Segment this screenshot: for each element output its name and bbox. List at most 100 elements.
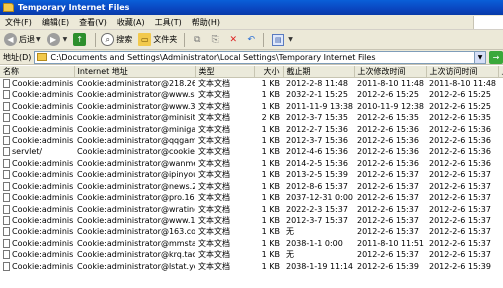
toolbar: ◀ 后退 ▼ ▶ ▼ ↑ ⌕ 搜索 ▭ 文件夹 ⧉ ⎘ ✕ ↶ ▤ ▼ bbox=[0, 30, 503, 50]
table-row[interactable]: Cookie:adminis...Cookie:administrator@16… bbox=[0, 226, 503, 237]
last-modified: 2011-8-10 11:51 bbox=[357, 238, 424, 248]
expires: 2013-2-5 15:39 bbox=[286, 170, 348, 180]
menu-tools[interactable]: 工具(T) bbox=[150, 17, 187, 28]
last-accessed: 2012-2-6 15:35 bbox=[429, 113, 491, 123]
menu-favorites[interactable]: 收藏(A) bbox=[112, 17, 150, 28]
expires: 2037-12-31 0:00 bbox=[286, 193, 353, 203]
file-name-label: Cookie:adminis... bbox=[12, 113, 74, 123]
address-dropdown-button[interactable]: ▼ bbox=[474, 51, 485, 63]
column-header-last-modified[interactable]: 上次修改时间 bbox=[354, 66, 427, 78]
overflow-cell bbox=[498, 78, 503, 90]
back-label: 后退 bbox=[19, 35, 35, 44]
go-button[interactable]: → bbox=[489, 50, 503, 64]
back-button[interactable]: ◀ 后退 ▼ bbox=[2, 32, 43, 48]
last-accessed: 2012-2-6 15:37 bbox=[429, 250, 491, 260]
last-accessed: 2012-2-6 15:37 bbox=[429, 227, 491, 237]
table-row[interactable]: Cookie:adminis...Cookie:administrator@ww… bbox=[0, 215, 503, 226]
folders-button[interactable]: ▭ 文件夹 bbox=[136, 32, 179, 48]
last-modified: 2012-2-6 15:35 bbox=[357, 113, 419, 123]
file-name: Cookie:adminis... bbox=[0, 123, 74, 134]
column-header-overflow[interactable]: 上 bbox=[498, 66, 503, 78]
table-row[interactable]: Cookie:adminis...Cookie:administrator@wr… bbox=[0, 203, 503, 214]
file-name-label: Cookie:adminis... bbox=[12, 181, 74, 191]
table-row[interactable]: Cookie:adminis...Cookie:administrator@pr… bbox=[0, 192, 503, 203]
search-button[interactable]: ⌕ 搜索 bbox=[99, 32, 134, 48]
text-file-icon bbox=[3, 135, 10, 145]
table-row[interactable]: Cookie:adminis...Cookie:administrator@21… bbox=[0, 78, 503, 90]
expires: 2012-3-7 15:36 bbox=[286, 135, 348, 145]
table-row[interactable]: Cookie:adminis...Cookie:administrator@kr… bbox=[0, 249, 503, 260]
table-row[interactable]: Cookie:adminis...Cookie:administrator@mi… bbox=[0, 112, 503, 123]
file-size: 1 KB bbox=[261, 158, 280, 168]
column-header-last-accessed[interactable]: 上次访问时间 bbox=[426, 66, 499, 78]
file-list: 名称 Internet 地址 类型 大小 截止期 上次修改时间 上次访问时间 上… bbox=[0, 66, 503, 288]
overflow-cell bbox=[498, 158, 503, 169]
table-row[interactable]: Cookie:adminis...Cookie:administrator@ww… bbox=[0, 89, 503, 100]
expires: 无 bbox=[286, 227, 294, 237]
address-field[interactable]: C:\Documents and Settings\Administrator\… bbox=[34, 50, 486, 64]
toolbar-separator bbox=[95, 32, 97, 47]
expires: 2012-2-8 11:48 bbox=[286, 79, 348, 88]
last-modified: 2012-2-6 15:37 bbox=[357, 204, 419, 214]
file-table: 名称 Internet 地址 类型 大小 截止期 上次修改时间 上次访问时间 上… bbox=[0, 66, 503, 272]
expires: 无 bbox=[286, 250, 294, 260]
text-file-icon bbox=[3, 250, 10, 260]
table-row[interactable]: Cookie:adminis...Cookie:administrator@qq… bbox=[0, 135, 503, 146]
views-button[interactable]: ▤ ▼ bbox=[267, 32, 295, 48]
overflow-cell bbox=[498, 238, 503, 249]
file-name: Cookie:adminis... bbox=[0, 238, 74, 249]
forward-button[interactable]: ▶ ▼ bbox=[45, 32, 70, 48]
menu-view[interactable]: 查看(V) bbox=[74, 17, 112, 28]
file-type: 文本文档 bbox=[198, 147, 230, 157]
table-row[interactable]: Cookie:adminis...Cookie:administrator@ww… bbox=[0, 100, 503, 111]
menu-help[interactable]: 帮助(H) bbox=[187, 17, 225, 28]
overflow-cell bbox=[498, 249, 503, 260]
file-size: 1 KB bbox=[261, 135, 280, 145]
expires: 2012-3-7 15:37 bbox=[286, 216, 348, 226]
expires: 2014-2-5 15:36 bbox=[286, 158, 348, 168]
folder-icon bbox=[37, 53, 48, 61]
toolbar-separator bbox=[263, 32, 265, 47]
column-header-expires[interactable]: 截止期 bbox=[283, 66, 355, 78]
file-size: 1 KB bbox=[261, 238, 280, 248]
overflow-cell bbox=[498, 169, 503, 180]
column-header-size[interactable]: 大小 bbox=[254, 66, 284, 78]
undo-icon[interactable]: ↶ bbox=[245, 34, 257, 46]
table-row[interactable]: Cookie:adminis...Cookie:administrator@ne… bbox=[0, 181, 503, 192]
table-row[interactable]: Cookie:adminis...Cookie:administrator@mi… bbox=[0, 123, 503, 134]
delete-icon[interactable]: ✕ bbox=[227, 34, 239, 46]
last-modified: 2012-2-6 15:37 bbox=[357, 193, 419, 203]
table-row[interactable]: Cookie:adminis...Cookie:administrator@wa… bbox=[0, 158, 503, 169]
column-header-name[interactable]: 名称 bbox=[0, 66, 75, 78]
last-modified: 2012-2-6 15:36 bbox=[357, 135, 419, 145]
menu-file[interactable]: 文件(F) bbox=[0, 17, 37, 28]
move-to-icon[interactable]: ⧉ bbox=[191, 34, 203, 46]
file-size: 1 KB bbox=[261, 204, 280, 214]
text-file-icon bbox=[3, 261, 10, 271]
expires: 2011-11-9 13:38 bbox=[286, 101, 353, 111]
table-row[interactable]: Cookie:adminis...Cookie:administrator@ls… bbox=[0, 261, 503, 272]
file-name-label: Cookie:adminis... bbox=[12, 124, 74, 134]
text-file-icon bbox=[3, 79, 10, 88]
file-type: 文本文档 bbox=[198, 193, 230, 203]
file-name: Cookie:adminis... bbox=[0, 78, 74, 90]
column-header-type[interactable]: 类型 bbox=[195, 66, 255, 78]
menu-edit[interactable]: 编辑(E) bbox=[37, 17, 74, 28]
table-row[interactable]: Cookie:adminis...Cookie:administrator@ip… bbox=[0, 169, 503, 180]
file-name-label: Cookie:adminis... bbox=[12, 227, 74, 237]
expires: 2012-8-6 15:37 bbox=[286, 181, 348, 191]
internet-address: Cookie:administrator@www.sog... bbox=[77, 90, 195, 100]
internet-address: Cookie:administrator@minisite20... bbox=[77, 113, 195, 123]
folder-icon bbox=[3, 3, 14, 12]
file-name-label: Cookie:adminis... bbox=[12, 135, 74, 145]
copy-to-icon[interactable]: ⎘ bbox=[209, 34, 221, 46]
last-accessed: 2012-2-6 15:36 bbox=[429, 135, 491, 145]
table-row[interactable]: Cookie:adminis...Cookie:administrator@mm… bbox=[0, 238, 503, 249]
up-folder-button[interactable]: ↑ bbox=[71, 32, 90, 48]
expires: 2012-4-6 15:36 bbox=[286, 147, 348, 157]
column-header-internet-address[interactable]: Internet 地址 bbox=[74, 66, 196, 78]
internet-address: Cookie:administrator@lstat.you... bbox=[77, 261, 195, 271]
table-row[interactable]: servlet/Cookie:administrator@cookie.bi..… bbox=[0, 146, 503, 157]
overflow-cell bbox=[498, 181, 503, 192]
last-accessed: 2012-2-6 15:36 bbox=[429, 124, 491, 134]
